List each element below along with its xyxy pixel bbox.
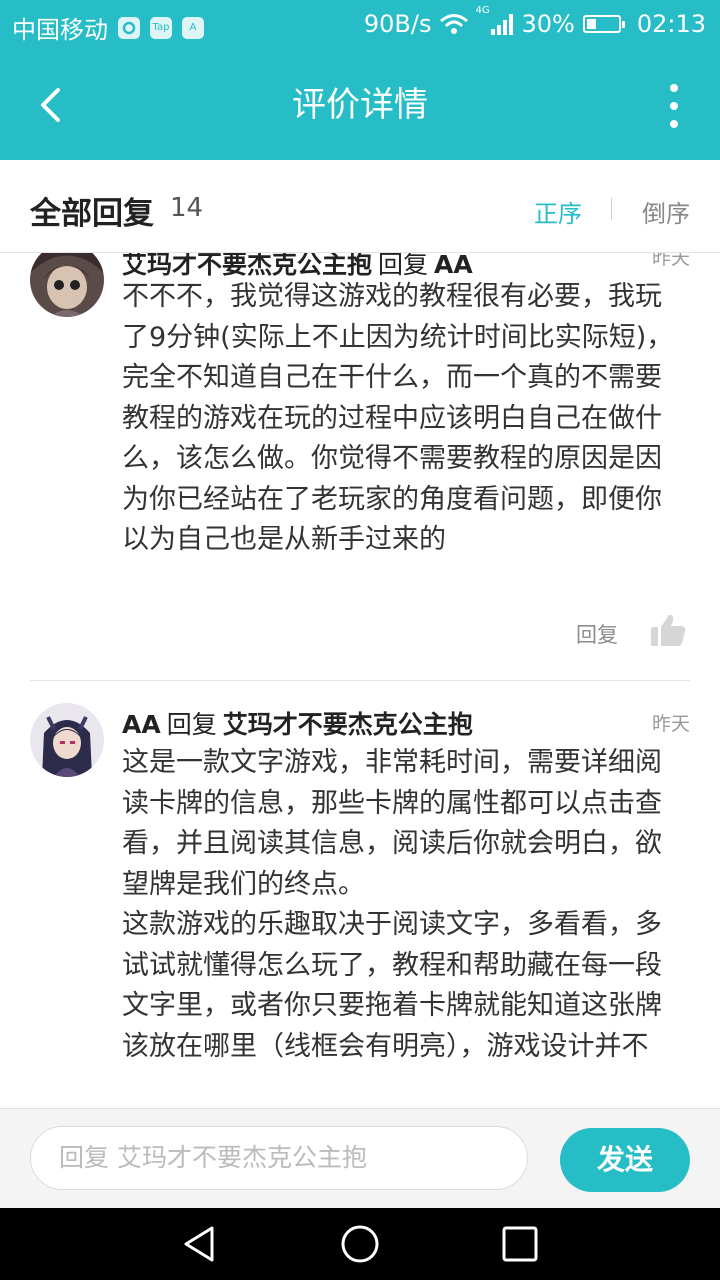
wifi-icon bbox=[440, 14, 469, 34]
all-replies-label: 全部回复 bbox=[30, 196, 154, 232]
reply-paragraph: 这是一款文字游戏，非常耗时间，需要详细阅读卡牌的信息，那些卡牌的属性都可以点击查… bbox=[122, 747, 662, 900]
battery-icon bbox=[582, 15, 625, 33]
reply-text: 不不不，我觉得这游戏的教程很有必要，我玩了9分钟(实际上不止因为统计时间比实际短… bbox=[122, 277, 687, 561]
reply-list[interactable]: 艾玛才不要杰克公主抱 回复 AA 昨天 不不不，我觉得这游戏的教程很有必要，我玩了9… bbox=[0, 253, 720, 1108]
back-triangle-icon[interactable] bbox=[180, 1224, 220, 1264]
reply-verb: 回复 bbox=[166, 710, 217, 739]
page-title: 评价详情 bbox=[292, 85, 428, 125]
reply-button[interactable]: 回复 bbox=[576, 619, 618, 649]
system-nav-bar bbox=[0, 1208, 720, 1280]
home-circle-icon[interactable] bbox=[340, 1224, 380, 1264]
status-bar: 中国移动 Tap A 90B/s 4G 30% 02:13 bbox=[0, 0, 720, 50]
sort-descending-tab[interactable]: 倒序 bbox=[642, 194, 690, 229]
network-type: 4G bbox=[475, 5, 490, 16]
reply-count: 14 bbox=[170, 193, 204, 223]
reply-paragraph: 不不不，我觉得这游戏的教程很有必要，我玩了9分钟(实际上不止因为统计时间比实际短… bbox=[122, 281, 674, 555]
avatar[interactable] bbox=[30, 703, 104, 777]
send-button[interactable]: 发送 bbox=[560, 1128, 690, 1192]
app-header: 评价详情 bbox=[0, 50, 720, 160]
avatar[interactable] bbox=[30, 253, 104, 317]
reply-time: 昨天 bbox=[651, 713, 690, 735]
replies-sort-bar: 全部回复 14 正序 倒序 bbox=[0, 160, 720, 253]
reply-author[interactable]: 艾玛才不要杰克公主抱 bbox=[122, 253, 372, 279]
reply-time: 昨天 bbox=[651, 253, 690, 269]
thumbs-up-icon[interactable] bbox=[650, 613, 686, 647]
reply-input-bar: 回复 艾玛才不要杰克公主抱 发送 bbox=[0, 1108, 720, 1209]
reply-verb: 回复 bbox=[378, 253, 429, 279]
signal-icon bbox=[491, 13, 514, 35]
recents-square-icon[interactable] bbox=[500, 1224, 540, 1264]
a-app-icon: A bbox=[182, 16, 204, 39]
reply-paragraph: 这款游戏的乐趣取决于阅读文字，多看看，多试试就懂得怎么玩了，教程和帮助藏在每一段… bbox=[122, 909, 662, 1062]
taptap-app-icon: Tap bbox=[150, 16, 172, 39]
reply-divider bbox=[30, 680, 690, 681]
carrier-name: 中国移动 bbox=[12, 16, 108, 44]
reply-text: 这是一款文字游戏，非常耗时间，需要详细阅读卡牌的信息，那些卡牌的属性都可以点击查… bbox=[122, 743, 687, 1067]
clock: 02:13 bbox=[636, 10, 706, 38]
reply-author[interactable]: AA bbox=[122, 710, 161, 739]
more-options-button[interactable] bbox=[664, 84, 684, 128]
network-speed: 90B/s bbox=[363, 10, 432, 38]
more-vertical-icon bbox=[670, 84, 678, 92]
reply-item: 艾玛才不要杰克公主抱 回复 AA 昨天 不不不，我觉得这游戏的教程很有必要，我玩了9… bbox=[0, 253, 720, 683]
reply-item: AA 回复 艾玛才不要杰克公主抱 昨天 这是一款文字游戏，非常耗时间，需要详细阅读卡… bbox=[0, 703, 720, 1108]
reply-target[interactable]: AA bbox=[434, 253, 473, 279]
reply-input[interactable]: 回复 艾玛才不要杰克公主抱 bbox=[30, 1126, 528, 1190]
browser-app-icon bbox=[118, 16, 140, 39]
sort-ascending-tab[interactable]: 正序 bbox=[534, 194, 582, 229]
reply-target[interactable]: 艾玛才不要杰克公主抱 bbox=[223, 710, 473, 739]
battery-percent: 30% bbox=[521, 10, 575, 38]
sort-divider bbox=[611, 198, 612, 220]
reply-header: AA 回复 艾玛才不要杰克公主抱 bbox=[122, 705, 690, 745]
